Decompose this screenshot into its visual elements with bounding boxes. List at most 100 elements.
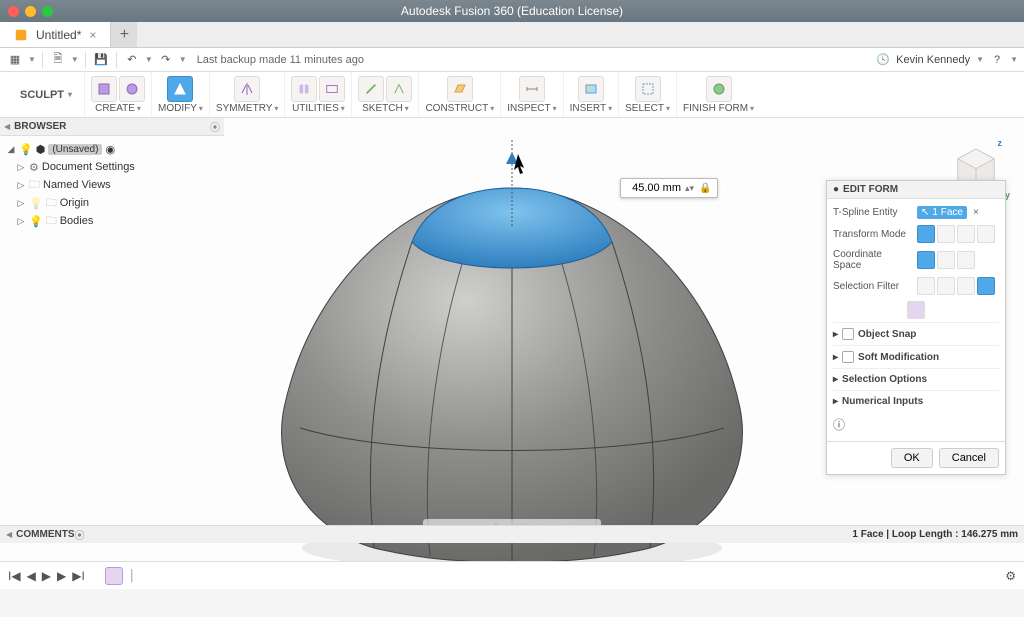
visibility-icon[interactable]: 💡 (29, 215, 43, 228)
numerical-inputs-section[interactable]: ▸Numerical Inputs (833, 390, 999, 412)
quadball-tool-icon[interactable] (119, 76, 145, 102)
ribbon-group-finish: FINISH FORM▾ (677, 72, 760, 117)
lock-icon[interactable]: 🔒 (696, 183, 714, 194)
info-icon[interactable]: ⓘ (833, 418, 845, 432)
filter-vertex-icon[interactable] (917, 277, 935, 295)
user-menu[interactable]: Kevin Kennedy ▼ (896, 54, 984, 66)
soft-mod-checkbox[interactable] (842, 351, 854, 363)
help-button[interactable]: ? (988, 51, 1006, 69)
comments-bar[interactable]: ◀ COMMENTS ⦿ 1 Face | Loop Length : 146.… (0, 525, 1024, 543)
transform-mode-label: Transform Mode (833, 229, 911, 240)
timeline-back-icon[interactable]: ◀ (27, 569, 36, 583)
panel-header[interactable]: ● EDIT FORM (827, 181, 1005, 199)
browser-panel-header[interactable]: ◀ BROWSER ⦿ (0, 118, 224, 136)
filter-body-icon[interactable] (977, 277, 995, 295)
browser-title: BROWSER (14, 121, 66, 132)
timeline-start-icon[interactable]: I◀ (8, 569, 21, 583)
expand-icon[interactable]: ▷ (16, 216, 26, 227)
create-sketch-icon[interactable] (358, 76, 384, 102)
display-mode-icon[interactable] (319, 76, 345, 102)
fusion-icon (14, 28, 28, 42)
dropdown-icon[interactable]: ▼ (179, 55, 187, 64)
tree-item-origin[interactable]: ▷ 💡 🗀 Origin (2, 194, 222, 212)
new-tab-button[interactable]: + (111, 22, 137, 47)
object-snap-section[interactable]: ▸Object Snap (833, 322, 999, 345)
expand-icon[interactable]: ▷ (16, 162, 26, 173)
dimension-field[interactable] (623, 180, 683, 196)
dropdown-icon[interactable]: ▼ (28, 55, 36, 64)
edit-form-tool-icon[interactable] (167, 76, 193, 102)
mirror-tool-icon[interactable] (234, 76, 260, 102)
cancel-button[interactable]: Cancel (939, 448, 999, 468)
gear-icon: ⚙ (29, 161, 39, 174)
user-name: Kevin Kennedy (896, 54, 970, 66)
pin-icon[interactable]: ⦿ (75, 527, 85, 542)
collapse-icon[interactable]: ◀ (6, 530, 12, 539)
transform-translate-icon[interactable] (937, 225, 955, 243)
settings-gear-icon[interactable]: ⚙ (1005, 569, 1016, 583)
tree-item-doc-settings[interactable]: ▷ ⚙ Document Settings (2, 158, 222, 176)
redo-button[interactable]: ↷ (157, 51, 175, 69)
soft-mod-section[interactable]: ▸Soft Modification (833, 345, 999, 368)
timeline-forward-icon[interactable]: ▶ (57, 569, 66, 583)
object-snap-checkbox[interactable] (842, 328, 854, 340)
entity-chip[interactable]: ↖ 1 Face (917, 206, 967, 219)
visibility-icon[interactable]: 💡 (19, 143, 33, 156)
expand-icon[interactable]: ▷ (16, 198, 26, 209)
coord-local-icon[interactable] (957, 251, 975, 269)
timeline-feature-icon[interactable] (105, 567, 123, 585)
transform-scale-icon[interactable] (977, 225, 995, 243)
filter-edge-icon[interactable] (937, 277, 955, 295)
measure-tool-icon[interactable] (519, 76, 545, 102)
main-area: ▴▾ 🔒 ◀ BROWSER ⦿ ◢ 💡 ⬢ (Unsaved) ◉ ▷ ⚙ D… (0, 118, 1024, 589)
select-tool-icon[interactable] (635, 76, 661, 102)
line-tool-icon[interactable] (386, 76, 412, 102)
plane-tool-icon[interactable] (447, 76, 473, 102)
filter-face-icon[interactable] (957, 277, 975, 295)
ribbon-group-create: CREATE▾ (85, 72, 152, 117)
ribbon-group-sketch: SKETCH▾ (352, 72, 419, 117)
filter-extra-icon[interactable] (907, 301, 925, 319)
tab-close-icon[interactable]: × (89, 28, 96, 42)
timeline-play-icon[interactable]: ▶ (42, 569, 51, 583)
insert-decal-icon[interactable] (578, 76, 604, 102)
browser-tree: ◢ 💡 ⬢ (Unsaved) ◉ ▷ ⚙ Document Settings … (0, 136, 224, 234)
coord-world-icon[interactable] (917, 251, 935, 269)
tree-item-named-views[interactable]: ▷ 🗀 Named Views (2, 176, 222, 194)
visibility-icon[interactable]: 💡 (29, 197, 43, 210)
backup-status: Last backup made 11 minutes ago (197, 54, 364, 66)
repair-tool-icon[interactable] (291, 76, 317, 102)
pin-icon[interactable]: ⦿ (210, 119, 220, 134)
transform-rotate-icon[interactable] (957, 225, 975, 243)
data-panel-button[interactable]: ▦ (6, 51, 24, 69)
dropdown-icon[interactable]: ▼ (71, 55, 79, 64)
selection-options-section[interactable]: ▸Selection Options (833, 368, 999, 390)
file-menu-button[interactable]: 🗎 (49, 51, 67, 69)
tree-item-bodies[interactable]: ▷ 💡 🗀 Bodies (2, 212, 222, 230)
status-text: 1 Face | Loop Length : 146.275 mm (852, 529, 1018, 540)
save-button[interactable]: 💾 (92, 51, 110, 69)
collapse-icon[interactable]: ◀ (4, 122, 10, 131)
ok-button[interactable]: OK (891, 448, 933, 468)
document-tab[interactable]: Untitled* × (0, 22, 111, 47)
expand-icon[interactable]: ◢ (6, 144, 16, 155)
coord-view-icon[interactable] (937, 251, 955, 269)
expand-icon[interactable]: ▷ (16, 180, 26, 191)
timeline-marker-icon[interactable]: │ (129, 570, 136, 582)
dimension-input[interactable]: ▴▾ 🔒 (620, 178, 718, 198)
tree-root[interactable]: ◢ 💡 ⬢ (Unsaved) ◉ (2, 140, 222, 158)
box-tool-icon[interactable] (91, 76, 117, 102)
job-status-icon[interactable]: 🕓 (874, 51, 892, 69)
ribbon-group-construct: CONSTRUCT▾ (419, 72, 501, 117)
stepper-icon[interactable]: ▴▾ (683, 183, 696, 194)
undo-button[interactable]: ↶ (123, 51, 141, 69)
timeline-end-icon[interactable]: ▶I (72, 569, 85, 583)
transform-multi-icon[interactable] (917, 225, 935, 243)
dropdown-icon[interactable]: ▼ (145, 55, 153, 64)
dropdown-icon[interactable]: ▼ (1010, 55, 1018, 64)
clear-selection-icon[interactable]: × (973, 207, 979, 218)
ribbon-group-inspect: INSPECT▾ (501, 72, 563, 117)
workspace-switcher[interactable]: SCULPT ▾ (8, 72, 85, 117)
ribbon-group-modify: MODIFY▾ (152, 72, 210, 117)
finish-form-icon[interactable] (706, 76, 732, 102)
